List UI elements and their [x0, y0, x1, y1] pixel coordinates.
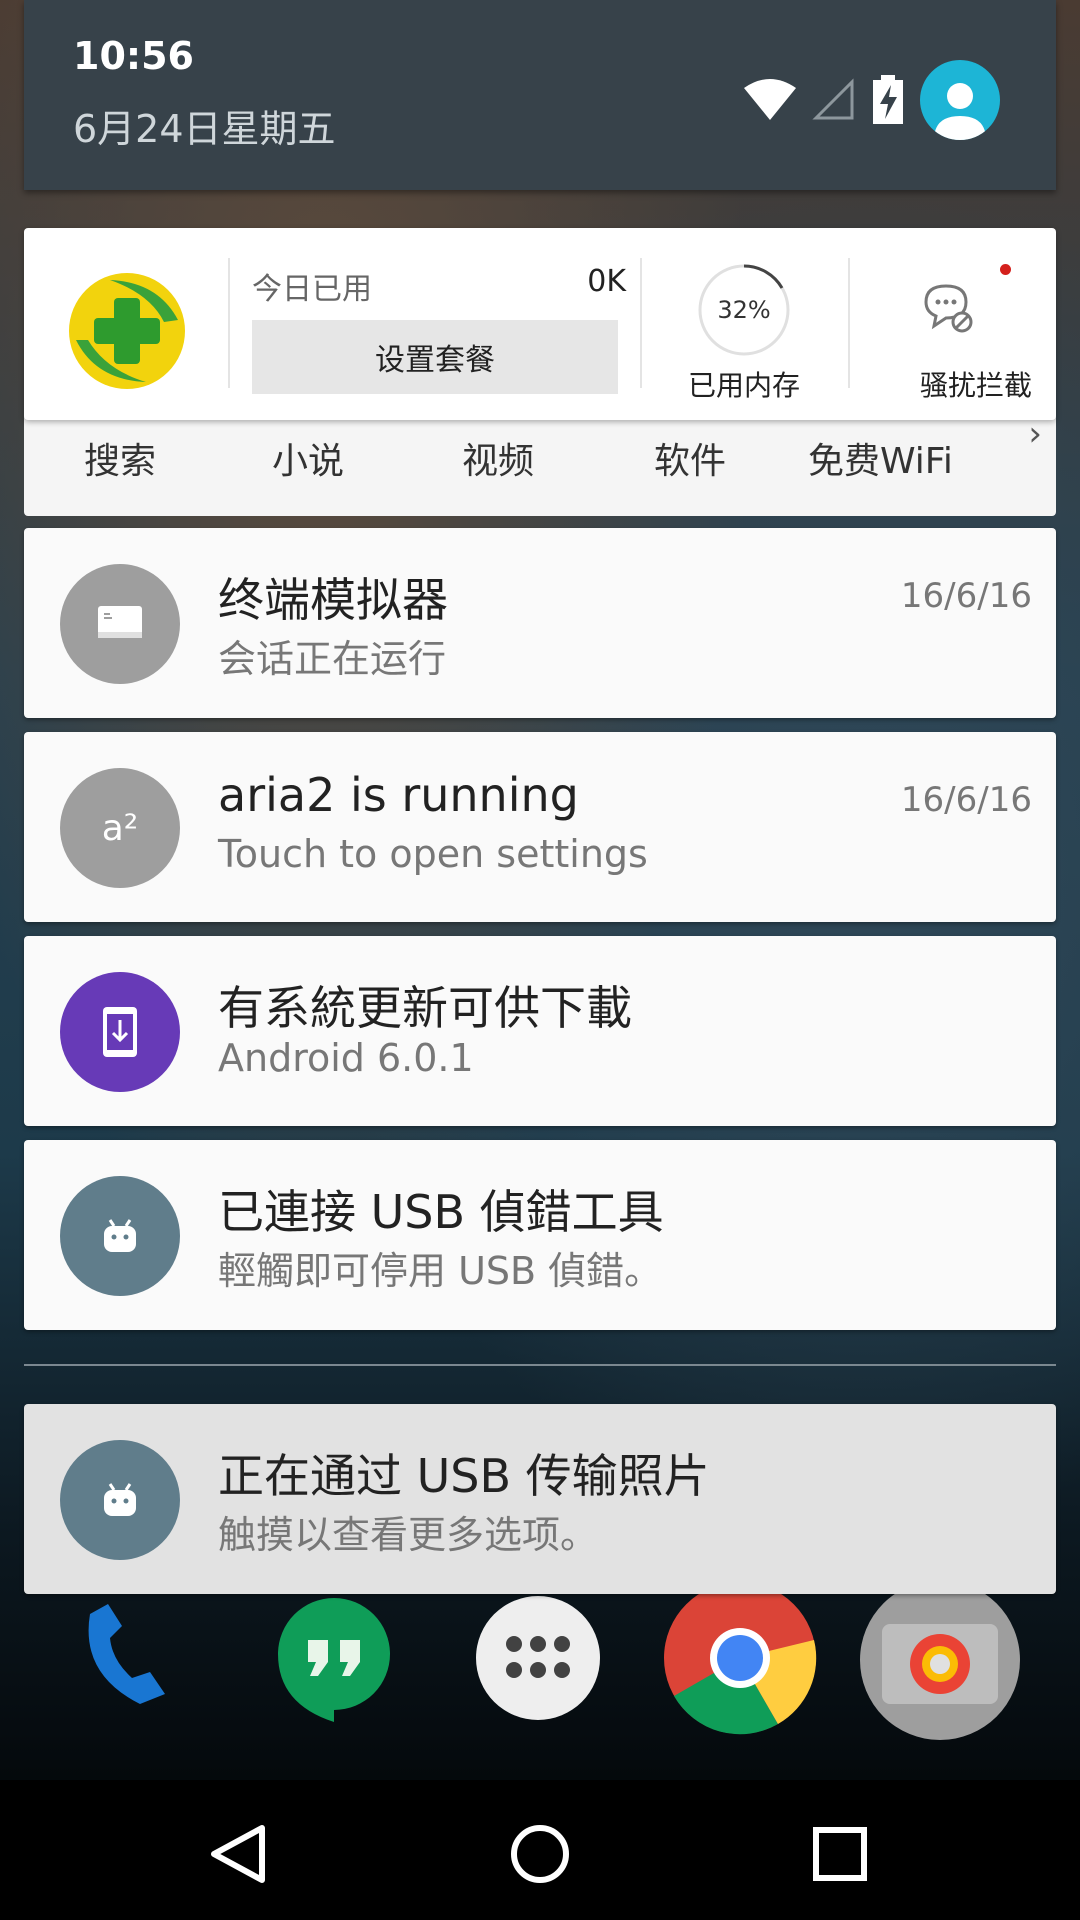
notification-usb-debugging[interactable]: 已連接 USB 偵錯工具 輕觸即可停用 USB 偵錯。: [24, 1140, 1056, 1330]
hangouts-icon[interactable]: [270, 1594, 398, 1722]
usage-value: 0K: [587, 264, 626, 299]
harassment-block-label: 骚扰拦截: [919, 369, 1032, 402]
divider: [848, 258, 850, 388]
notification-text: 触摸以查看更多选项。: [218, 1513, 599, 1557]
android-usb-icon: [60, 1440, 180, 1560]
divider: [228, 258, 230, 388]
shortcut-novel[interactable]: 小说: [272, 432, 344, 484]
wifi-icon: [744, 79, 796, 120]
user-avatar[interactable]: [920, 60, 1000, 140]
navigation-bar: [0, 1780, 1080, 1920]
harassment-block-icon[interactable]: [920, 280, 976, 336]
shortcut-software[interactable]: 软件: [654, 432, 726, 484]
notification-time: 16/6/16: [900, 780, 1032, 820]
notification-time: 16/6/16: [900, 576, 1032, 616]
aria2-icon: a²: [60, 768, 180, 888]
shortcut-search[interactable]: 搜索: [84, 432, 156, 484]
person-icon: [934, 83, 986, 140]
date: 6月24日星期五: [73, 107, 336, 151]
security-app-card[interactable]: 今日已用 0K 设置套餐 32% 已用内存 骚扰拦截: [24, 228, 1056, 420]
recents-icon[interactable]: [800, 1814, 880, 1894]
system-update-icon: [60, 972, 180, 1092]
shortcut-bar: 搜索 小说 视频 软件 免费WiFi ›: [24, 412, 1056, 516]
usage-label: 今日已用: [252, 272, 372, 307]
notification-header: 10:56 6月24日星期五: [24, 0, 1056, 190]
set-plan-button[interactable]: 设置套餐: [252, 320, 618, 394]
clock: 10:56: [73, 34, 194, 78]
notification-aria2[interactable]: a² aria2 is running Touch to open settin…: [24, 732, 1056, 922]
notification-text: 輕觸即可停用 USB 偵錯。: [218, 1249, 663, 1293]
notification-dot: [1000, 264, 1011, 275]
notification-text: Touch to open settings: [218, 832, 648, 876]
notification-system-update[interactable]: 有系統更新可供下載 Android 6.0.1: [24, 936, 1056, 1126]
chevron-right-icon[interactable]: ›: [1028, 414, 1042, 454]
notification-title: 有系統更新可供下載: [218, 981, 632, 1035]
notification-title: 已連接 USB 偵錯工具: [218, 1185, 664, 1239]
notification-title: 正在通过 USB 传输照片: [218, 1449, 710, 1503]
phone-icon[interactable]: [70, 1594, 198, 1722]
back-icon[interactable]: [200, 1814, 280, 1894]
app-drawer-icon[interactable]: [474, 1594, 602, 1722]
divider: [640, 258, 642, 388]
battery-charging-icon: [873, 75, 903, 124]
android-debug-icon: [60, 1176, 180, 1296]
notification-text: 会话正在运行: [218, 637, 447, 681]
notification-text: Android 6.0.1: [218, 1036, 474, 1080]
shortcut-free-wifi[interactable]: 免费WiFi: [808, 432, 953, 484]
camera-icon[interactable]: [858, 1578, 1022, 1742]
chrome-icon[interactable]: [662, 1580, 818, 1736]
shortcut-video[interactable]: 视频: [462, 432, 534, 484]
notification-title: aria2 is running: [218, 768, 579, 822]
memory-ring[interactable]: 32%: [696, 262, 792, 358]
notification-usb-transfer[interactable]: 正在通过 USB 传输照片 触摸以查看更多选项。: [24, 1404, 1056, 1594]
notification-title: 终端模拟器: [218, 573, 448, 627]
memory-percent: 32%: [717, 296, 770, 324]
memory-label: 已用内存: [687, 369, 800, 402]
cell-signal-icon: [812, 78, 854, 120]
status-icons: [742, 60, 1000, 140]
divider: [24, 1364, 1056, 1366]
app-360-logo-icon[interactable]: [66, 270, 188, 392]
home-icon[interactable]: [500, 1814, 580, 1894]
notification-terminal[interactable]: 终端模拟器 会话正在运行 16/6/16: [24, 528, 1056, 718]
terminal-icon: [60, 564, 180, 684]
